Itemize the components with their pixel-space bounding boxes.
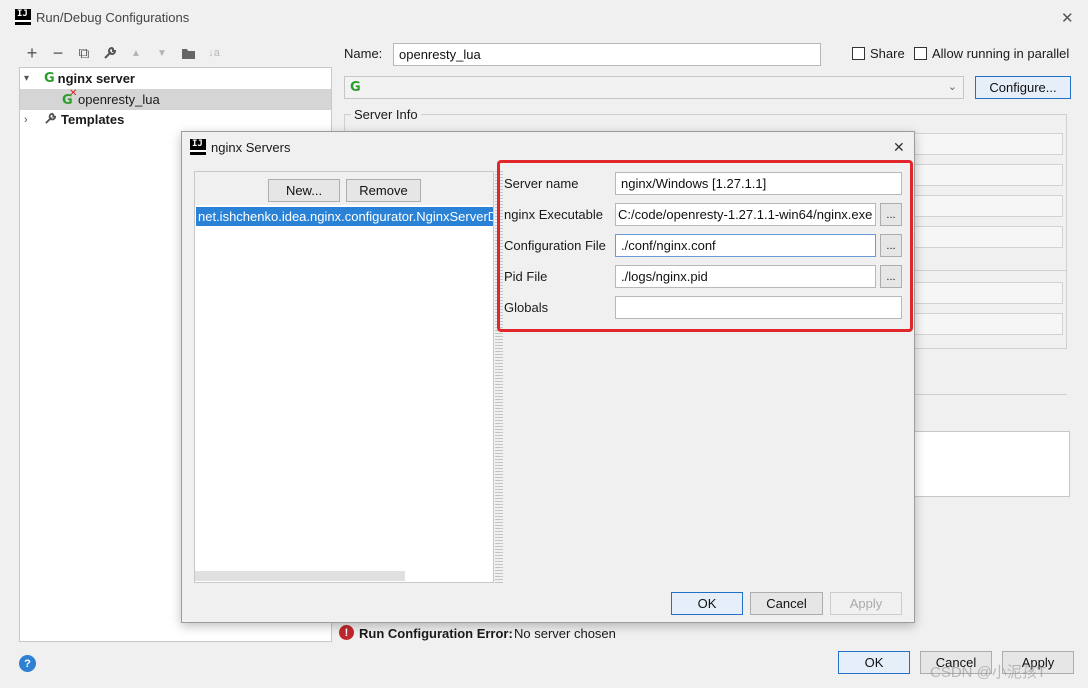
share-checkbox-row[interactable]: Share xyxy=(852,46,905,61)
ok-button[interactable]: OK xyxy=(838,651,910,674)
help-icon[interactable]: ? xyxy=(19,655,36,672)
divider xyxy=(905,394,1067,395)
window-title: Run/Debug Configurations xyxy=(36,10,190,25)
server-info-label: Server Info xyxy=(351,107,421,122)
server-info-field xyxy=(905,195,1063,217)
share-label: Share xyxy=(870,46,905,61)
name-input[interactable]: openresty_lua xyxy=(393,43,821,66)
horizontal-scrollbar[interactable] xyxy=(195,571,405,581)
configure-button[interactable]: Configure... xyxy=(975,76,1071,99)
divider xyxy=(905,270,1067,271)
parallel-checkbox-row[interactable]: Allow running in parallel xyxy=(914,46,1069,61)
wrench-icon xyxy=(44,112,57,128)
server-list-item[interactable]: net.ishchenko.idea.nginx.configurator.Ng… xyxy=(196,207,493,226)
allow-parallel-label: Allow running in parallel xyxy=(932,46,1070,61)
tree-item-openresty-lua[interactable]: G ✕ openresty_lua xyxy=(20,87,331,110)
dialog-close-button[interactable]: ✕ xyxy=(893,139,905,156)
config-toolbar: + − ⧉ ▲ ▼ ↓a xyxy=(22,43,224,63)
tree-group-nginx-server[interactable]: ▾ G nginx server xyxy=(20,68,331,89)
server-info-field xyxy=(905,313,1063,335)
chevron-down-icon: ⌄ xyxy=(947,81,957,93)
tree-templates-label: Templates xyxy=(61,112,125,127)
name-label: Name: xyxy=(344,46,383,61)
tree-item-label: openresty_lua xyxy=(78,92,160,107)
error-title: Run Configuration Error: xyxy=(359,626,513,641)
chevron-down-icon: ▾ xyxy=(24,73,30,84)
allow-parallel-checkbox[interactable] xyxy=(914,47,927,60)
server-info-field xyxy=(905,133,1063,155)
intellij-app-icon: IJ xyxy=(190,139,206,155)
chevron-right-icon: › xyxy=(24,113,28,126)
before-launch-list[interactable] xyxy=(905,431,1070,497)
watermark: CSDN @小泥孩T xyxy=(930,664,1047,681)
error-icon: ! xyxy=(339,625,354,640)
server-list-panel: New... Remove net.ishchenko.idea.nginx.c… xyxy=(194,171,494,583)
server-list-toolbar xyxy=(195,172,493,205)
move-down-icon[interactable]: ▼ xyxy=(152,43,172,63)
dialog-apply-button[interactable]: Apply xyxy=(830,592,902,615)
server-info-field xyxy=(905,164,1063,186)
wrench-icon[interactable] xyxy=(100,43,120,63)
copy-icon[interactable]: ⧉ xyxy=(74,43,94,63)
highlight-annotation xyxy=(497,160,913,332)
dialog-title: nginx Servers xyxy=(211,140,291,155)
dialog-cancel-button[interactable]: Cancel xyxy=(750,592,823,615)
error-message: No server chosen xyxy=(514,626,616,641)
intellij-app-icon: IJ xyxy=(15,9,31,25)
new-server-button[interactable]: New... xyxy=(268,179,340,202)
add-icon[interactable]: + xyxy=(22,43,42,63)
dialog-ok-button[interactable]: OK xyxy=(671,592,743,615)
move-up-icon[interactable]: ▲ xyxy=(126,43,146,63)
share-checkbox[interactable] xyxy=(852,47,865,60)
nginx-run-icon: G xyxy=(44,71,55,86)
server-select[interactable]: G ⌄ xyxy=(344,76,964,99)
nginx-servers-dialog: IJ nginx Servers ✕ New... Remove net.ish… xyxy=(181,131,915,623)
server-info-field xyxy=(905,282,1063,304)
server-info-field xyxy=(905,226,1063,248)
window-close-button[interactable]: ✕ xyxy=(1061,9,1074,27)
remove-server-button[interactable]: Remove xyxy=(346,179,421,202)
nginx-config-error-icon: G ✕ xyxy=(62,87,78,108)
remove-icon[interactable]: − xyxy=(48,43,68,63)
sort-icon[interactable]: ↓a xyxy=(204,43,224,63)
folder-icon[interactable] xyxy=(178,43,198,63)
tree-group-label: nginx server xyxy=(57,71,135,86)
tree-group-templates[interactable]: › Templates xyxy=(20,109,331,130)
nginx-run-icon: G xyxy=(350,80,361,95)
